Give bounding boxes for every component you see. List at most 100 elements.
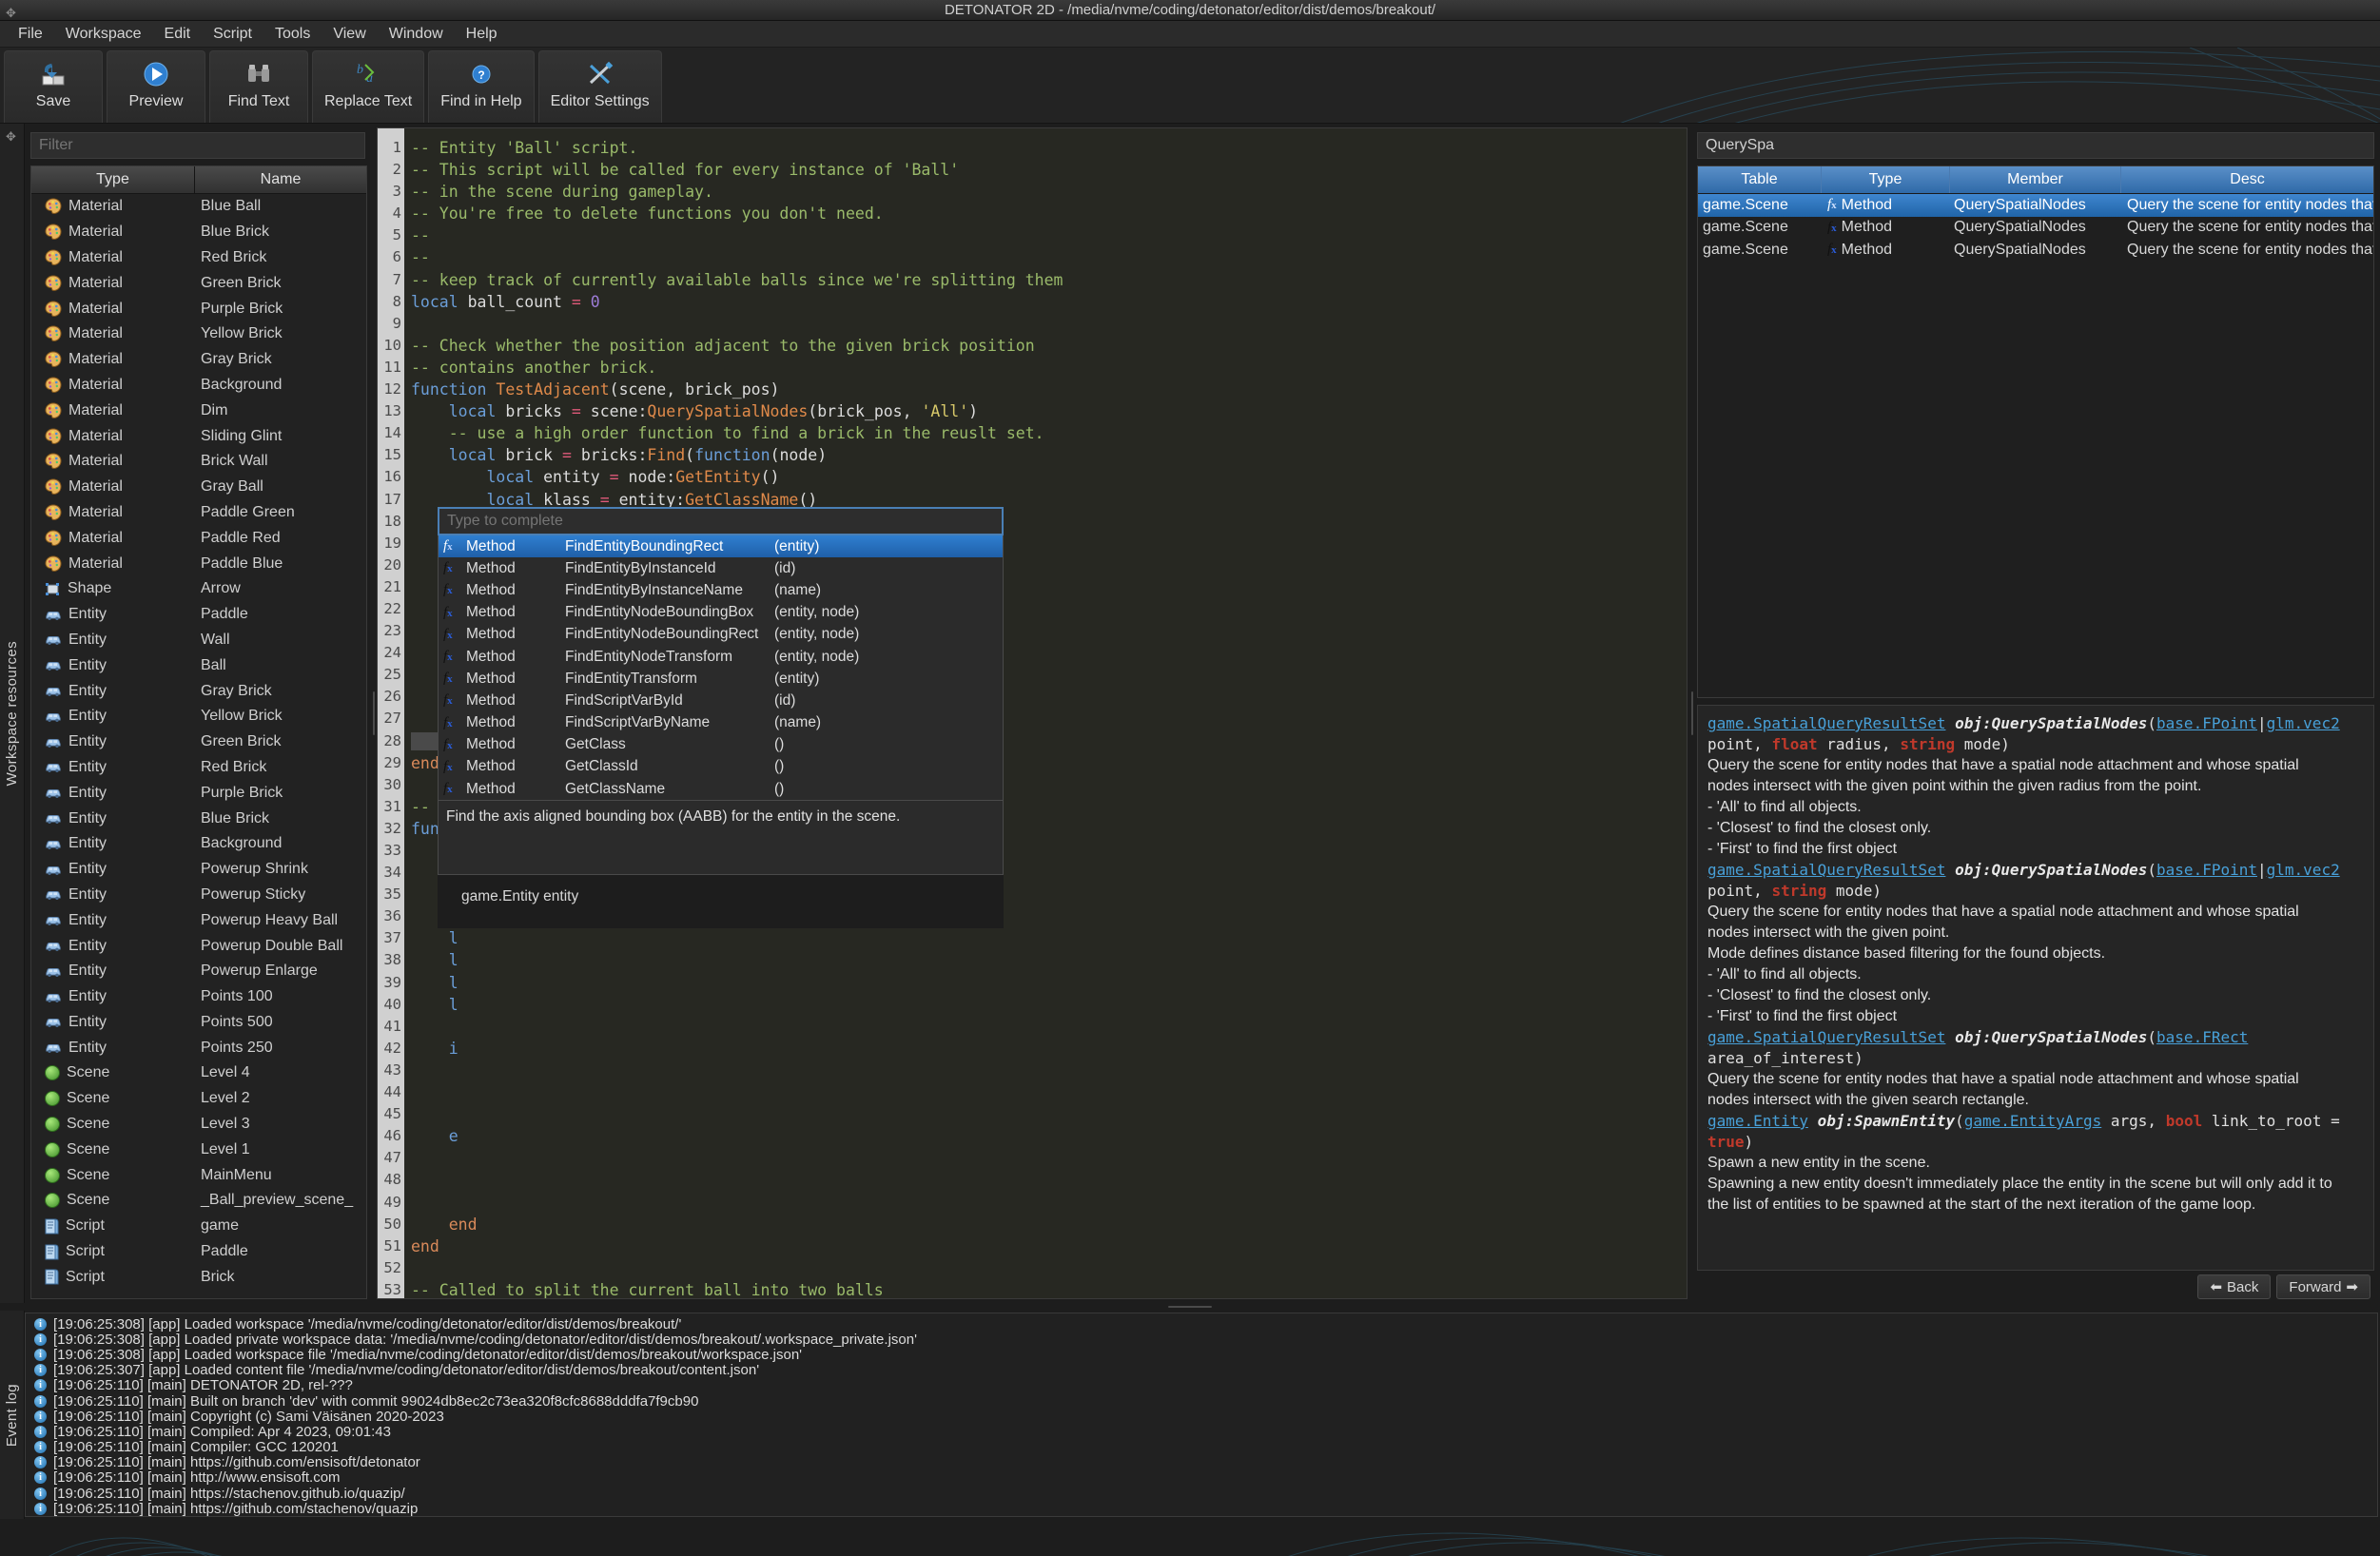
- menu-item-view[interactable]: View: [322, 22, 376, 47]
- resource-row[interactable]: Entity Points 500: [31, 1010, 366, 1036]
- menu-item-workspace[interactable]: Workspace: [55, 22, 152, 47]
- column-header-type[interactable]: Type: [31, 166, 195, 193]
- help-column-type[interactable]: Type: [1822, 166, 1950, 193]
- resource-row[interactable]: Material Brick Wall: [31, 449, 366, 475]
- resource-row[interactable]: Script game: [31, 1214, 366, 1239]
- resource-row[interactable]: Material Paddle Blue: [31, 551, 366, 576]
- resource-row[interactable]: Entity Gray Brick: [31, 678, 366, 704]
- menu-item-script[interactable]: Script: [203, 22, 263, 47]
- resource-row[interactable]: Entity Background: [31, 831, 366, 857]
- menu-item-help[interactable]: Help: [456, 22, 508, 47]
- resource-row[interactable]: Entity Yellow Brick: [31, 704, 366, 729]
- autocomplete-item[interactable]: fx Method FindScriptVarByName (name): [439, 712, 1003, 734]
- autocomplete-item[interactable]: fx Method FindEntityNodeTransform (entity, …: [439, 646, 1003, 668]
- help-back-button[interactable]: ⬅ Back: [2197, 1274, 2272, 1299]
- help-forward-button[interactable]: Forward ➡: [2276, 1274, 2370, 1299]
- help-type-link[interactable]: base.FPoint: [2156, 861, 2257, 879]
- resource-row[interactable]: Material Yellow Brick: [31, 321, 366, 347]
- resource-row[interactable]: Entity Powerup Sticky: [31, 883, 366, 908]
- resource-row[interactable]: Scene Level 3: [31, 1112, 366, 1138]
- resource-row[interactable]: Material Blue Brick: [31, 220, 366, 245]
- menu-item-window[interactable]: Window: [379, 22, 454, 47]
- resource-row[interactable]: Entity Red Brick: [31, 755, 366, 781]
- help-type-link[interactable]: glm.vec2: [2267, 861, 2340, 879]
- resource-row[interactable]: Scene _Ball_preview_scene_: [31, 1188, 366, 1214]
- resource-row[interactable]: Scene Level 2: [31, 1086, 366, 1112]
- resource-row[interactable]: Material Blue Ball: [31, 194, 366, 220]
- find-text-button[interactable]: Find Text: [209, 50, 308, 123]
- resource-row[interactable]: Material Gray Ball: [31, 475, 366, 500]
- autocomplete-item[interactable]: fx Method FindEntityBoundingRect (entity): [439, 535, 1003, 558]
- column-header-name[interactable]: Name: [195, 166, 366, 193]
- autocomplete-item[interactable]: fx Method FindEntityByInstanceId (id): [439, 557, 1003, 579]
- resource-row[interactable]: Entity Powerup Heavy Ball: [31, 907, 366, 933]
- help-type-link[interactable]: base.FRect: [2156, 1028, 2248, 1046]
- resource-row[interactable]: Material Background: [31, 373, 366, 399]
- resource-row[interactable]: Scene Level 4: [31, 1060, 366, 1086]
- resource-row[interactable]: Entity Purple Brick: [31, 780, 366, 806]
- resource-row[interactable]: Entity Paddle: [31, 602, 366, 628]
- autocomplete-item[interactable]: fx Method GetClassId (): [439, 756, 1003, 778]
- help-column-desc[interactable]: Desc: [2121, 166, 2373, 193]
- resource-row[interactable]: Script Brick: [31, 1264, 366, 1290]
- help-column-member[interactable]: Member: [1950, 166, 2121, 193]
- resource-name-cell: Points 250: [201, 1039, 273, 1056]
- resource-row[interactable]: Scene MainMenu: [31, 1162, 366, 1188]
- resource-row[interactable]: Entity Points 250: [31, 1035, 366, 1060]
- resource-row[interactable]: Material Paddle Red: [31, 525, 366, 551]
- help-column-table[interactable]: Table: [1698, 166, 1822, 193]
- menu-item-edit[interactable]: Edit: [154, 22, 202, 47]
- resource-row[interactable]: Material Gray Brick: [31, 347, 366, 373]
- resource-row[interactable]: Entity Wall: [31, 628, 366, 653]
- find-in-help-button[interactable]: ? Find in Help: [428, 50, 535, 123]
- editor-settings-button[interactable]: Editor Settings: [537, 50, 662, 123]
- resource-row[interactable]: Material Red Brick: [31, 245, 366, 271]
- resource-row[interactable]: Entity Green Brick: [31, 729, 366, 755]
- resource-row[interactable]: Entity Powerup Shrink: [31, 857, 366, 883]
- horizontal-splitter[interactable]: [0, 1303, 2380, 1311]
- resource-row[interactable]: Entity Powerup Enlarge: [31, 959, 366, 984]
- help-type-link[interactable]: game.EntityArgs: [1964, 1112, 2102, 1130]
- resource-row[interactable]: Entity Points 100: [31, 984, 366, 1010]
- autocomplete-item[interactable]: fx Method GetClassName (): [439, 778, 1003, 800]
- resource-row[interactable]: Material Dim: [31, 398, 366, 423]
- menu-item-file[interactable]: File: [8, 22, 53, 47]
- resource-row[interactable]: Material Paddle Green: [31, 500, 366, 526]
- replace-text-button[interactable]: b a Replace Text: [312, 50, 425, 123]
- filter-input[interactable]: [30, 132, 365, 159]
- autocomplete-input[interactable]: [438, 507, 1004, 535]
- resource-row[interactable]: Entity Ball: [31, 652, 366, 678]
- preview-button[interactable]: Preview: [107, 50, 205, 123]
- menu-item-tools[interactable]: Tools: [264, 22, 321, 47]
- help-search-input[interactable]: [1697, 132, 2374, 159]
- autocomplete-item[interactable]: fx Method FindEntityNodeBoundingRect (entit…: [439, 624, 1003, 646]
- right-splitter[interactable]: [1689, 124, 1695, 1303]
- resource-row[interactable]: Scene Level 1: [31, 1137, 366, 1162]
- help-table-row[interactable]: game.Scene fx Method QuerySpatialNodes Query…: [1698, 239, 2373, 262]
- help-type-link[interactable]: base.FPoint: [2156, 714, 2257, 732]
- help-type-link[interactable]: game.SpatialQueryResultSet: [1707, 1028, 1945, 1046]
- code-editor[interactable]: 1 2 3 4 5 6 7 8 9 10 11 12 13 14 15 16 1…: [377, 127, 1687, 1299]
- resource-row[interactable]: Shape Arrow: [31, 576, 366, 602]
- help-table-row[interactable]: game.Scene fx Method QuerySpatialNodes Query…: [1698, 217, 2373, 240]
- resource-row[interactable]: Script Paddle: [31, 1239, 366, 1265]
- autocomplete-item[interactable]: fx Method FindEntityTransform (entity): [439, 668, 1003, 690]
- autocomplete-item[interactable]: fx Method GetClass (): [439, 734, 1003, 756]
- resource-row[interactable]: Material Green Brick: [31, 270, 366, 296]
- save-button[interactable]: Save: [4, 50, 103, 123]
- help-type-link[interactable]: glm.vec2: [2267, 714, 2340, 732]
- autocomplete-item[interactable]: fx Method FindEntityNodeBoundingBox (entity…: [439, 602, 1003, 624]
- help-type-link[interactable]: game.Entity: [1707, 1112, 1808, 1130]
- resource-row[interactable]: Material Sliding Glint: [31, 423, 366, 449]
- help-type-link[interactable]: game.SpatialQueryResultSet: [1707, 714, 1945, 732]
- autocomplete-item[interactable]: fx Method FindEntityByInstanceName (name): [439, 579, 1003, 601]
- event-log-list[interactable]: i [19:06:25:308] [app] Loaded workspace '…: [25, 1313, 2378, 1518]
- help-table-row[interactable]: game.Scene fx Method QuerySpatialNodes Query…: [1698, 194, 2373, 217]
- resource-row[interactable]: Material Purple Brick: [31, 296, 366, 321]
- help-type-link[interactable]: game.SpatialQueryResultSet: [1707, 861, 1945, 879]
- autocomplete-item[interactable]: fx Method FindScriptVarById (id): [439, 690, 1003, 711]
- resource-row[interactable]: Entity Powerup Double Ball: [31, 933, 366, 959]
- dock-grip-icon[interactable]: ✥: [6, 129, 16, 145]
- resource-row[interactable]: Entity Blue Brick: [31, 806, 366, 831]
- log-dock-grip-icon[interactable]: ✥: [6, 6, 16, 21]
